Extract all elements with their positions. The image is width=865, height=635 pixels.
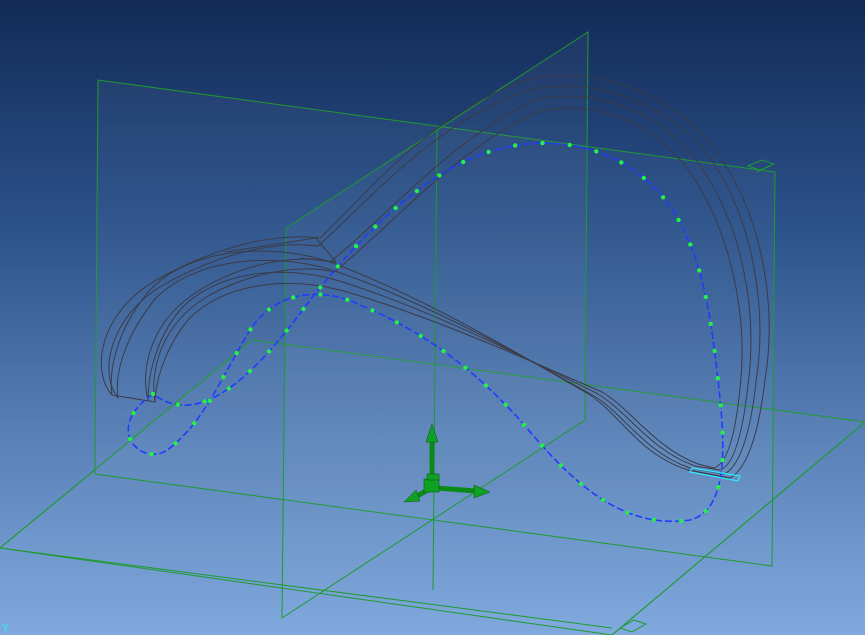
spline-control-point[interactable] [703, 294, 708, 300]
triad-origin-cube[interactable] [423, 478, 440, 493]
spline-control-point[interactable] [578, 481, 584, 486]
spline-control-point[interactable] [461, 159, 466, 165]
spline-control-point[interactable] [688, 242, 693, 247]
triad-x-axis[interactable] [433, 485, 479, 494]
corner-axis-label: Y [2, 622, 9, 635]
spline-control-point[interactable] [370, 308, 375, 313]
spline-control-point[interactable] [594, 149, 599, 154]
spline-control-point[interactable] [345, 297, 350, 302]
spline-control-point[interactable] [539, 443, 545, 448]
spline-control-point[interactable] [441, 348, 446, 354]
spline-control-point[interactable] [558, 463, 563, 468]
spline-control-point[interactable] [128, 436, 133, 442]
spline-control-point[interactable] [173, 441, 178, 446]
spline-control-point[interactable] [708, 321, 713, 327]
spline-control-point[interactable] [678, 518, 684, 524]
spline-control-point[interactable] [540, 140, 545, 146]
spline-control-point[interactable] [641, 175, 646, 181]
spline-control-point[interactable] [393, 205, 398, 211]
spline-control-point[interactable] [521, 422, 527, 427]
spline-control-point[interactable] [291, 295, 296, 300]
spline-control-point[interactable] [718, 403, 723, 408]
spline-control-point[interactable] [247, 369, 253, 374]
spline-control-point[interactable] [373, 224, 378, 229]
spline-control-point[interactable] [651, 517, 656, 522]
spline-control-point[interactable] [266, 307, 272, 312]
spline-control-point[interactable] [513, 143, 518, 148]
spline-control-point[interactable] [192, 421, 197, 426]
spline-control-point[interactable] [149, 452, 154, 457]
spline-control-point[interactable] [720, 430, 725, 435]
spline-control-point[interactable] [463, 365, 468, 370]
spline-control-point[interactable] [221, 374, 226, 380]
spline-control-point[interactable] [486, 149, 491, 155]
spline-control-point[interactable] [716, 484, 721, 490]
spline-control-point[interactable] [567, 142, 572, 148]
spline-control-point[interactable] [720, 457, 725, 463]
spline-control-point[interactable] [301, 306, 306, 312]
spline-control-point[interactable] [353, 243, 359, 249]
spline-control-point[interactable] [715, 376, 720, 381]
spline-control-point[interactable] [503, 402, 508, 407]
spline-control-point[interactable] [175, 402, 180, 407]
spline-control-point[interactable] [284, 328, 289, 333]
spline-control-point[interactable] [703, 508, 708, 514]
spline-control-point[interactable] [625, 510, 630, 515]
spline-control-point[interactable] [483, 383, 489, 388]
spline-control-point[interactable] [394, 320, 400, 325]
spline-control-point[interactable] [318, 285, 323, 290]
spline-control-point[interactable] [207, 398, 212, 403]
triad-origin-cube-top [426, 473, 440, 481]
spline-control-point[interactable] [600, 497, 606, 503]
spline-control-point[interactable] [226, 386, 231, 391]
spline-control-point[interactable] [437, 173, 442, 178]
scene-canvas[interactable] [0, 0, 865, 635]
spline-control-point[interactable] [414, 188, 420, 194]
spline-control-point[interactable] [202, 399, 207, 404]
cad-3d-viewport[interactable]: Y [0, 0, 865, 635]
spline-control-point[interactable] [697, 268, 702, 273]
spline-control-point[interactable] [418, 333, 423, 339]
spline-control-point[interactable] [248, 327, 253, 332]
spline-control-point[interactable] [335, 264, 340, 269]
spline-control-point[interactable] [234, 350, 239, 356]
spline-control-point[interactable] [131, 410, 136, 416]
spline-control-point[interactable] [619, 160, 624, 165]
spline-control-point[interactable] [676, 217, 681, 223]
spline-control-point[interactable] [660, 195, 666, 200]
spline-control-point[interactable] [266, 349, 272, 354]
spline-control-point[interactable] [712, 348, 717, 354]
spline-control-point[interactable] [150, 391, 156, 397]
spline-control-point[interactable] [318, 292, 323, 297]
